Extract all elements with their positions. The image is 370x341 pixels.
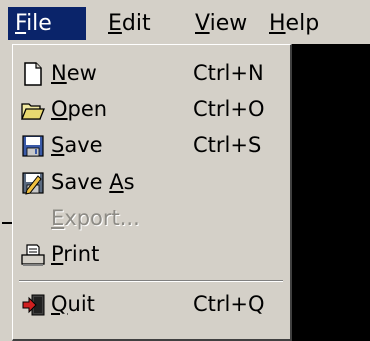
shortcut-label: Ctrl+S bbox=[193, 133, 262, 157]
menu-item-label: Open bbox=[51, 97, 108, 121]
menu-help[interactable]: Help bbox=[262, 7, 334, 40]
document-canvas bbox=[284, 44, 370, 341]
menu-item-label: Quit bbox=[51, 292, 95, 316]
menu-item-label: Print bbox=[51, 242, 100, 266]
shortcut-label: Ctrl+O bbox=[193, 97, 265, 121]
window-left-strip bbox=[0, 44, 12, 341]
shortcut-label: Ctrl+Q bbox=[193, 292, 265, 316]
menu-item-label: Export... bbox=[51, 206, 140, 230]
menu-edit[interactable]: Edit bbox=[101, 7, 173, 40]
file-menu-dropdown: New Ctrl+N Open Ctrl+O Save Ctrl+S Save … bbox=[12, 44, 292, 341]
left-tick-mark bbox=[2, 222, 12, 224]
menu-item-save-as[interactable]: Save As bbox=[13, 164, 287, 200]
save-as-icon bbox=[21, 170, 45, 195]
new-document-icon bbox=[21, 61, 45, 86]
menu-item-label: Save As bbox=[51, 170, 135, 194]
menu-item-open[interactable]: Open Ctrl+O bbox=[13, 91, 287, 127]
quit-icon bbox=[21, 292, 45, 316]
menu-item-save[interactable]: Save Ctrl+S bbox=[13, 127, 287, 163]
menu-file[interactable]: File bbox=[8, 7, 86, 40]
menu-item-label: New bbox=[51, 61, 97, 85]
save-disk-icon bbox=[21, 133, 45, 157]
menu-item-print[interactable]: Print bbox=[13, 236, 287, 272]
shortcut-label: Ctrl+N bbox=[193, 61, 264, 85]
open-folder-icon bbox=[21, 97, 45, 121]
menu-item-new[interactable]: New Ctrl+N bbox=[13, 55, 287, 91]
menu-separator bbox=[19, 280, 283, 282]
menu-bar: File Edit View Help bbox=[0, 0, 370, 44]
menu-item-label: Save bbox=[51, 133, 103, 157]
printer-icon bbox=[21, 242, 45, 266]
menu-item-quit[interactable]: Quit Ctrl+Q bbox=[13, 286, 287, 322]
menu-item-export[interactable]: Export... bbox=[13, 200, 287, 236]
menu-view[interactable]: View bbox=[188, 7, 260, 40]
